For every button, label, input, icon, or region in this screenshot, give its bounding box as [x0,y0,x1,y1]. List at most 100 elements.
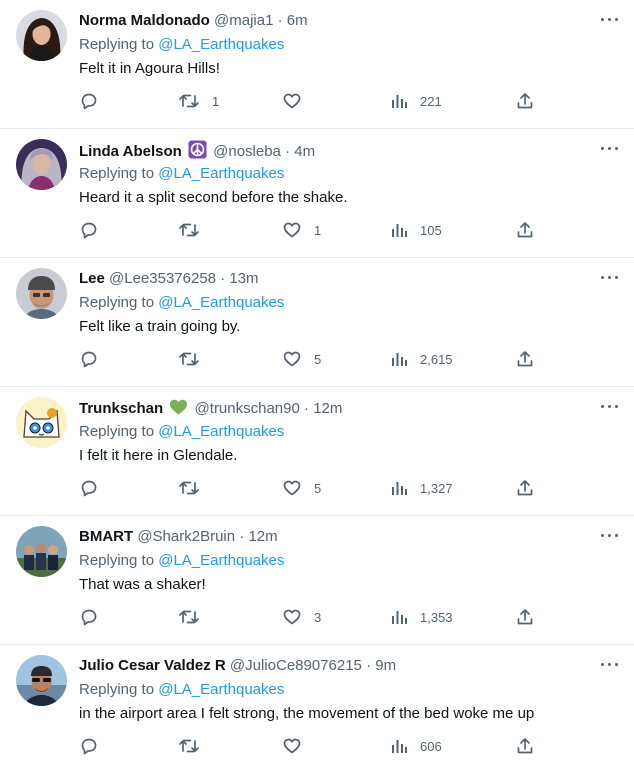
replying-to-link[interactable]: @LA_Earthquakes [158,552,284,569]
views-chart-icon [392,353,407,366]
views-button[interactable]: 221 [390,90,442,112]
timestamp[interactable]: 4m [294,143,315,160]
more-options-icon[interactable] [598,655,620,675]
retweet-button[interactable] [178,348,212,370]
replying-to-label: Replying to [79,36,155,53]
more-options-icon[interactable] [598,268,620,288]
replying-to-label: Replying to [79,552,155,569]
share-button[interactable] [515,735,535,757]
share-button[interactable] [515,90,535,112]
user-handle[interactable]: @Lee35376258 [109,270,216,287]
display-name[interactable]: Norma Maldonado [79,12,210,29]
more-options-icon[interactable] [598,397,620,417]
share-button[interactable] [515,477,535,499]
green-heart-icon [169,398,188,421]
timestamp[interactable]: 12m [313,400,342,417]
replying-to-link[interactable]: @LA_Earthquakes [158,423,284,440]
share-icon [517,93,533,109]
tweet[interactable]: BMART @Shark2Bruin · 12m Replying to @LA… [0,516,634,645]
replying-to-label: Replying to [79,294,155,311]
retweet-button[interactable]: 1 [178,90,219,112]
replying-to-link[interactable]: @LA_Earthquakes [158,165,284,182]
separator-dot: · [304,400,310,417]
display-name[interactable]: Linda Abelson [79,143,182,160]
tweet-actions: 3 1,353 [79,606,634,630]
more-options-icon[interactable] [598,10,620,30]
like-button[interactable]: 5 [282,348,321,370]
reply-button[interactable] [79,606,111,628]
user-handle[interactable]: @majia1 [214,12,273,29]
more-options-icon[interactable] [598,526,620,546]
views-chart-icon [392,740,407,753]
views-button[interactable]: 606 [390,735,442,757]
avatar[interactable] [16,268,67,319]
replying-to-link[interactable]: @LA_Earthquakes [158,681,284,698]
retweet-button[interactable] [178,606,212,628]
tweet[interactable]: Linda Abelson @nosleba · 4m Replying to … [0,129,634,258]
timestamp[interactable]: 6m [287,12,308,29]
heart-icon [283,738,301,754]
retweet-button[interactable] [178,219,212,241]
share-button[interactable] [515,219,535,241]
replying-to-link[interactable]: @LA_Earthquakes [158,294,284,311]
avatar[interactable] [16,526,67,577]
views-button[interactable]: 2,615 [390,348,453,370]
peace-sign-icon [188,140,207,164]
timestamp[interactable]: 12m [248,528,277,545]
reply-button[interactable] [79,90,111,112]
views-button[interactable]: 1,353 [390,606,453,628]
reply-icon [81,93,97,110]
retweet-button[interactable] [178,735,212,757]
user-handle[interactable]: @nosleba [213,143,281,160]
retweet-icon [179,223,199,237]
replying-to-label: Replying to [79,681,155,698]
tweet[interactable]: Norma Maldonado @majia1 · 6m Replying to… [0,0,634,129]
user-handle[interactable]: @trunkschan90 [195,400,300,417]
replying-to-link[interactable]: @LA_Earthquakes [158,36,284,53]
more-options-icon[interactable] [598,139,620,159]
tweet[interactable]: Lee @Lee35376258 · 13m Replying to @LA_E… [0,258,634,387]
timestamp[interactable]: 9m [375,657,396,674]
user-handle[interactable]: @Shark2Bruin [137,528,235,545]
share-button[interactable] [515,606,535,628]
display-name[interactable]: Lee [79,270,105,287]
avatar[interactable] [16,139,67,190]
user-handle[interactable]: @JulioCe89076215 [230,657,362,674]
views-chart-icon [392,482,407,495]
reply-button[interactable] [79,219,111,241]
reply-button[interactable] [79,477,111,499]
like-button[interactable] [282,90,314,112]
views-button[interactable]: 1,327 [390,477,453,499]
display-name[interactable]: Julio Cesar Valdez R [79,657,226,674]
reply-button[interactable] [79,348,111,370]
views-chart-icon [392,611,407,624]
views-chart-icon [392,95,407,108]
replying-to-label: Replying to [79,423,155,440]
like-button[interactable]: 5 [282,477,321,499]
reply-button[interactable] [79,735,111,757]
timestamp[interactable]: 13m [229,270,258,287]
tweet-text: in the airport area I felt strong, the m… [79,705,535,722]
share-button[interactable] [515,348,535,370]
tweet-header: BMART @Shark2Bruin · 12m [79,527,594,546]
share-icon [517,609,533,625]
avatar[interactable] [16,655,67,706]
like-button[interactable]: 1 [282,219,321,241]
view-count: 2,615 [420,351,453,367]
tweet-text: Felt like a train going by. [79,318,241,335]
tweet-actions: 5 1,327 [79,477,634,501]
like-button[interactable]: 3 [282,606,321,628]
tweet-actions: 606 [79,735,634,759]
tweet-text: Felt it in Agoura Hills! [79,60,220,77]
heart-icon [283,609,301,625]
display-name[interactable]: Trunkschan [79,400,163,417]
tweet[interactable]: Julio Cesar Valdez R @JulioCe89076215 · … [0,645,634,765]
views-button[interactable]: 105 [390,219,442,241]
retweet-button[interactable] [178,477,212,499]
tweet[interactable]: Trunkschan @trunkschan90 · 12m Replying … [0,387,634,516]
display-name[interactable]: BMART [79,528,133,545]
like-button[interactable] [282,735,314,757]
retweet-count: 1 [212,93,220,109]
avatar[interactable] [16,397,67,448]
avatar[interactable] [16,10,67,61]
